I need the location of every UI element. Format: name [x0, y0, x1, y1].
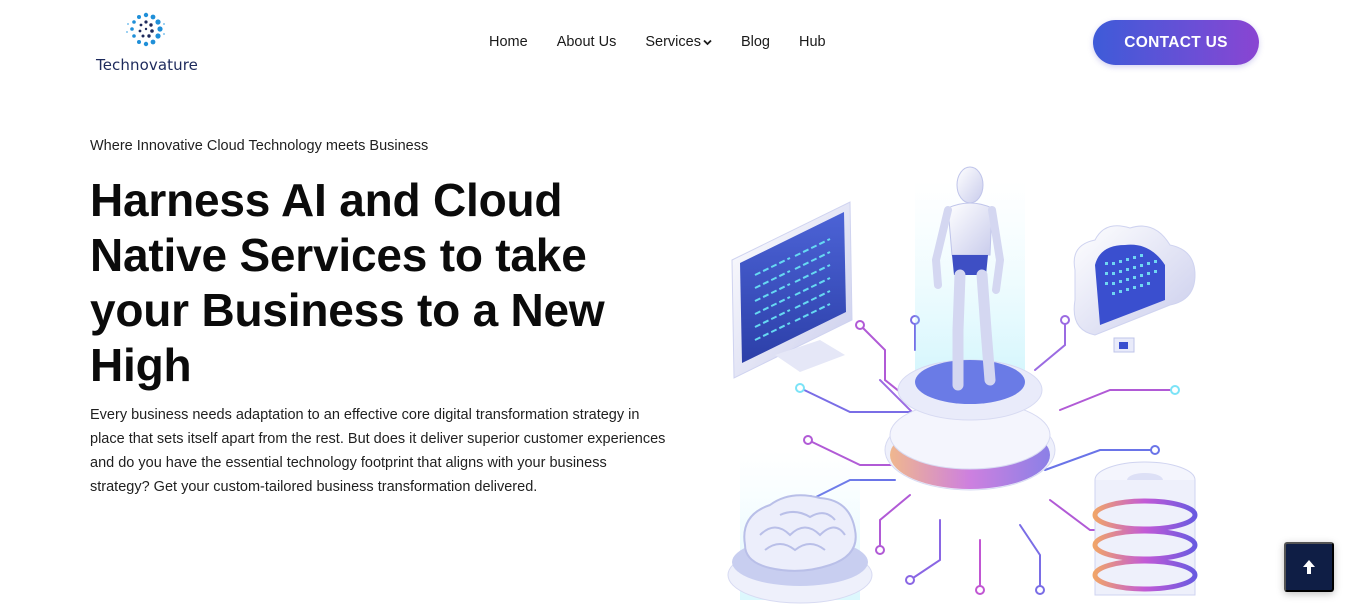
arrow-up-icon: [1303, 560, 1315, 574]
monitor-icon: [731, 201, 853, 379]
hero-eyebrow: Where Innovative Cloud Technology meets …: [90, 138, 429, 154]
brain-icon: [727, 450, 873, 604]
back-to-top-button[interactable]: [1284, 542, 1334, 592]
hero-description: Every business needs adaptation to an ef…: [90, 407, 666, 495]
nav-services-label: Services: [645, 34, 701, 50]
contact-us-button[interactable]: CONTACT US: [1093, 20, 1259, 65]
chevron-down-icon: [703, 39, 712, 45]
nav-about-us[interactable]: About Us: [557, 32, 617, 52]
nav-services[interactable]: Services: [645, 32, 712, 52]
site-header: Technovature Home About Us Services Blog…: [0, 0, 1351, 90]
technovature-logo-icon: [126, 12, 165, 47]
main-nav: Home About Us Services Blog Hub: [489, 32, 826, 52]
database-icon: [1092, 461, 1198, 596]
robot-icon: [884, 166, 1056, 491]
nav-blog[interactable]: Blog: [741, 32, 770, 52]
logo-text: Technovature: [96, 56, 199, 74]
nav-hub[interactable]: Hub: [799, 32, 826, 52]
hero-headline: Harness AI and Cloud Native Services to …: [90, 174, 605, 391]
ai-cloud-illustration: [727, 166, 1198, 604]
cloud-icon: [1073, 225, 1196, 353]
logo-link[interactable]: Technovature: [94, 12, 204, 76]
nav-home[interactable]: Home: [489, 32, 528, 52]
